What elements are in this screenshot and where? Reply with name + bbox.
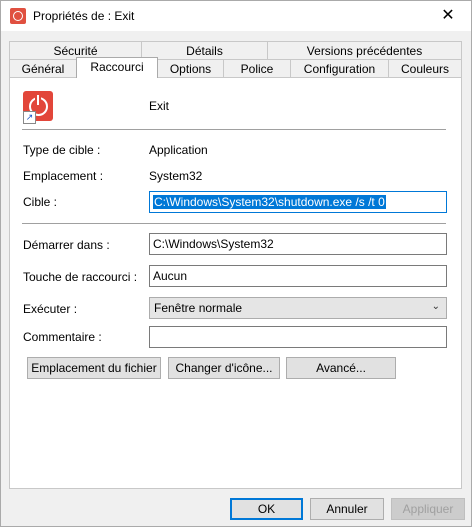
location-label: Emplacement : xyxy=(23,169,104,183)
hotkey-label: Touche de raccourci : xyxy=(23,270,138,284)
change-icon-button[interactable]: Changer d'icône... xyxy=(168,357,280,379)
tab-configuration[interactable]: Configuration xyxy=(290,59,389,77)
shortcut-arrow-icon: ↗ xyxy=(23,111,36,124)
tab-raccourci[interactable]: Raccourci xyxy=(76,57,158,78)
target-type-label: Type de cible : xyxy=(23,143,101,157)
start-in-label: Démarrer dans : xyxy=(23,238,110,252)
tab-police[interactable]: Police xyxy=(223,59,291,77)
hotkey-field[interactable]: Aucun xyxy=(149,265,447,287)
properties-window: Propriétés de : Exit ✕ Sécurité Détails … xyxy=(0,0,472,527)
title-bar: Propriétés de : Exit ✕ xyxy=(1,1,471,31)
run-select-value: Fenêtre normale xyxy=(154,301,243,315)
chevron-down-icon: ⌄ xyxy=(431,301,440,312)
comment-field[interactable] xyxy=(149,326,447,348)
divider xyxy=(22,129,446,130)
divider xyxy=(22,223,446,224)
comment-label: Commentaire : xyxy=(23,330,102,344)
target-label: Cible : xyxy=(23,195,58,209)
advanced-button[interactable]: Avancé... xyxy=(286,357,396,379)
location-value: System32 xyxy=(149,169,203,183)
tab-versions-precedentes[interactable]: Versions précédentes xyxy=(267,41,462,59)
shortcut-name: Exit xyxy=(149,99,170,113)
apply-button[interactable]: Appliquer xyxy=(391,498,465,520)
ok-button[interactable]: OK xyxy=(230,498,303,520)
target-field-text: C:\Windows\System32\shutdown.exe /s /t 0 xyxy=(153,195,386,209)
open-file-location-button[interactable]: Emplacement du fichier xyxy=(27,357,161,379)
start-in-field[interactable]: C:\Windows\System32 xyxy=(149,233,447,255)
window-title: Propriétés de : Exit xyxy=(33,9,135,23)
run-select[interactable]: Fenêtre normale ⌄ xyxy=(149,297,447,319)
power-icon xyxy=(10,8,26,24)
tab-couleurs[interactable]: Couleurs xyxy=(388,59,462,77)
cancel-button[interactable]: Annuler xyxy=(310,498,384,520)
target-type-value: Application xyxy=(149,143,208,157)
close-button[interactable]: ✕ xyxy=(425,1,471,31)
tab-general[interactable]: Général xyxy=(9,59,77,77)
run-label: Exécuter : xyxy=(23,302,78,316)
tab-options[interactable]: Options xyxy=(157,59,224,77)
tab-details[interactable]: Détails xyxy=(141,41,268,59)
target-field[interactable]: C:\Windows\System32\shutdown.exe /s /t 0 xyxy=(149,191,447,213)
